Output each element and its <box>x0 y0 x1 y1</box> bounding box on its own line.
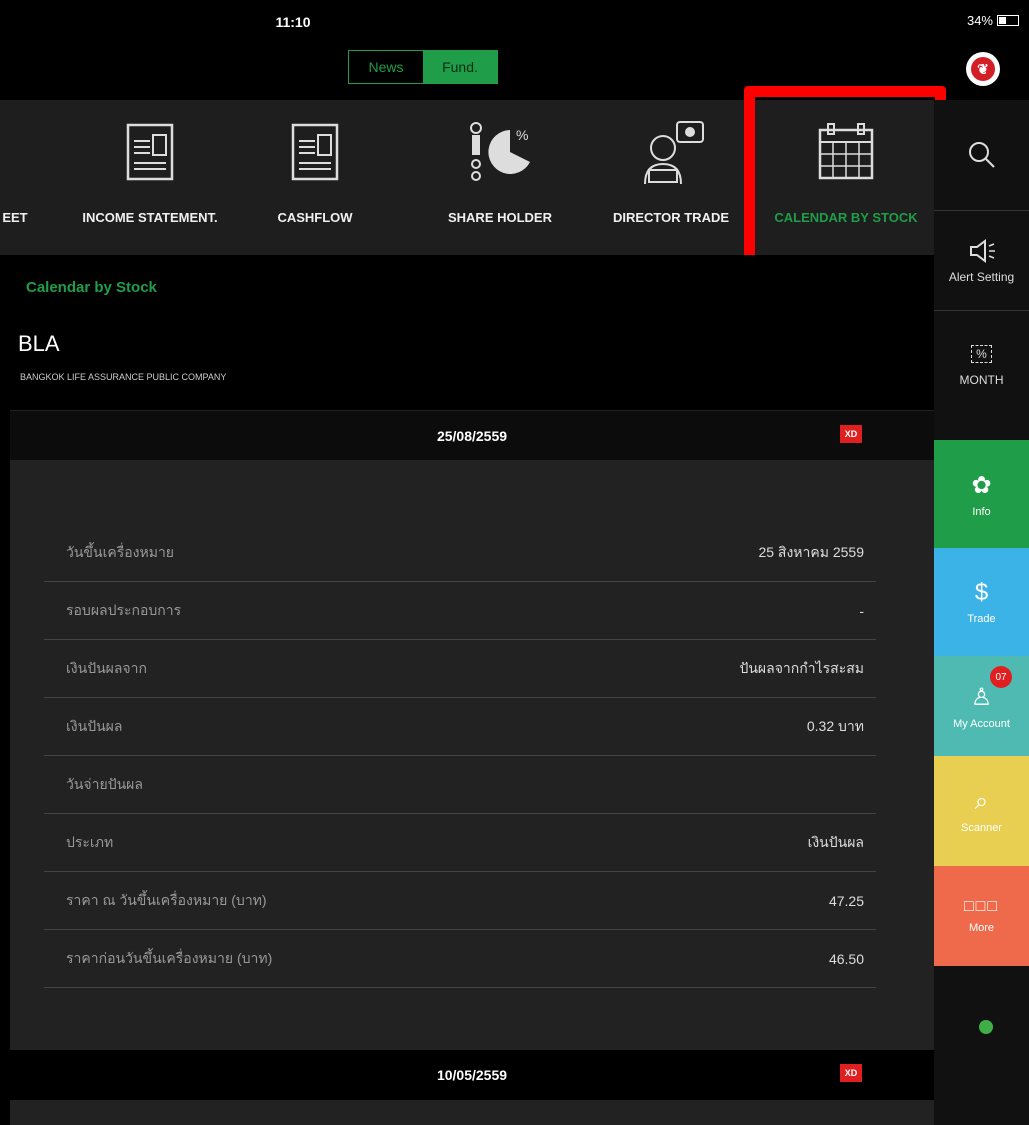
event-detail-panel-partial <box>10 1100 934 1125</box>
battery-percent: 34% <box>966 13 993 28</box>
alert-setting-button[interactable]: Alert Setting <box>934 210 1029 310</box>
detail-value: 46.50 <box>828 950 864 967</box>
detail-row: เงินปันผล 0.32 บาท <box>44 698 876 756</box>
toggle-news[interactable]: News <box>349 51 423 83</box>
director-icon <box>631 118 711 186</box>
tab-director-trade[interactable]: DIRECTOR TRADE <box>596 100 746 255</box>
tab-label: CASHFLOW <box>277 210 353 225</box>
main-content: Calendar by Stock BLA BANGKOK LIFE ASSUR… <box>0 255 934 1125</box>
event-detail-panel: วันขึ้นเครื่องหมาย 25 สิงหาคม 2559 รอบผล… <box>10 460 934 1050</box>
more-label: More <box>968 922 995 934</box>
user-icon: ♙ <box>970 683 993 711</box>
tab-balance-sheet[interactable]: EET <box>0 100 40 255</box>
detail-row: ราคาก่อนวันขึ้นเครื่องหมาย (บาท) 46.50 <box>44 930 876 988</box>
sidebar-item-info[interactable]: ✿ Info <box>934 440 1029 548</box>
battery-icon <box>997 15 1019 26</box>
pie-chart-icon: % <box>460 118 540 186</box>
detail-value: 25 สิงหาคม 2559 <box>758 543 864 560</box>
detail-value: เงินปันผล <box>807 833 864 850</box>
tab-income-statement[interactable]: INCOME STATEMENT. <box>60 100 240 255</box>
highlight-annotation <box>744 86 946 272</box>
svg-text:%: % <box>516 127 528 143</box>
notification-badge: 07 <box>990 666 1012 688</box>
detail-value: 47.25 <box>828 892 864 909</box>
search-icon <box>968 142 995 168</box>
sidebar-item-scanner[interactable]: ⌕ Scanner <box>934 756 1029 866</box>
app-logo[interactable]: ❦ <box>966 52 1000 86</box>
trade-label: Trade <box>967 613 996 625</box>
leaf-logo-icon: ❦ <box>971 57 995 81</box>
detail-row: ประเภท เงินปันผล <box>44 814 876 872</box>
tab-label: DIRECTOR TRADE <box>612 210 730 225</box>
detail-key: เงินปันผล <box>66 717 123 734</box>
status-time: 11:10 <box>275 14 311 30</box>
percent-box-icon: % <box>971 344 992 363</box>
speaker-icon <box>969 238 995 263</box>
page-title: Calendar by Stock <box>26 279 157 296</box>
detail-key: วันจ่ายปันผล <box>66 775 143 792</box>
magnifier-icon: ⌕ <box>974 788 989 815</box>
detail-row: รอบผลประกอบการ - <box>44 582 876 640</box>
detail-key: รอบผลประกอบการ <box>66 601 182 618</box>
alert-setting-label: Alert Setting <box>948 269 1015 284</box>
detail-key: ราคา ณ วันขึ้นเครื่องหมาย (บาท) <box>66 891 267 908</box>
search-button[interactable] <box>934 100 1029 210</box>
battery-indicator: 34% <box>967 13 1019 28</box>
sidebar-item-more[interactable]: □□□ More <box>934 866 1029 966</box>
month-button[interactable]: % MONTH <box>934 310 1029 420</box>
detail-row: เงินปันผลจาก ปันผลจากกำไรสะสม <box>44 640 876 698</box>
tab-label: SHARE HOLDER <box>447 210 552 225</box>
left-edge <box>0 255 10 1125</box>
status-bar: 11:10 34% <box>0 0 1029 40</box>
more-dots-icon: □□□ <box>964 898 999 915</box>
toggle-fund[interactable]: Fund. <box>423 51 497 83</box>
event-date: 10/05/2559 <box>436 1067 508 1083</box>
stock-symbol: BLA <box>18 331 60 356</box>
sidebar-item-my-account[interactable]: ♙ 07 My Account <box>934 656 1029 756</box>
leaf-icon: ✿ <box>971 471 992 499</box>
detail-row: ราคา ณ วันขึ้นเครื่องหมาย (บาท) 47.25 <box>44 872 876 930</box>
tab-share-holder[interactable]: % SHARE HOLDER <box>420 100 580 255</box>
detail-key: วันขึ้นเครื่องหมาย <box>66 543 175 560</box>
calendar-date-header[interactable]: 10/05/2559 XD <box>10 1050 934 1100</box>
account-label: My Account <box>953 717 1010 730</box>
month-label: MONTH <box>959 372 1004 387</box>
detail-key: เงินปันผลจาก <box>66 659 147 676</box>
tab-label: EET <box>2 210 28 225</box>
tab-label: INCOME STATEMENT. <box>82 210 218 225</box>
connection-status-dot <box>979 1020 993 1034</box>
xd-badge: XD <box>840 425 862 443</box>
detail-key: ประเภท <box>66 833 114 850</box>
xd-badge: XD <box>840 1064 862 1082</box>
detail-key: ราคาก่อนวันขึ้นเครื่องหมาย (บาท) <box>66 949 273 966</box>
scanner-label: Scanner <box>961 822 1002 834</box>
income-statement-icon <box>110 118 190 186</box>
event-date: 25/08/2559 <box>436 427 508 444</box>
news-fund-toggle: News Fund. <box>348 50 498 84</box>
company-name: BANGKOK LIFE ASSURANCE PUBLIC COMPANY <box>20 372 227 382</box>
dollar-icon: $ <box>974 579 989 606</box>
detail-value: - <box>859 602 864 619</box>
right-sidebar: Alert Setting % MONTH ✿ Info $ Trade ♙ 0… <box>934 100 1029 1125</box>
detail-value: ปันผลจากกำไรสะสม <box>739 659 864 676</box>
cashflow-icon <box>275 118 355 186</box>
detail-row: วันขึ้นเครื่องหมาย 25 สิงหาคม 2559 <box>44 524 876 582</box>
tab-cashflow[interactable]: CASHFLOW <box>250 100 380 255</box>
calendar-date-header[interactable]: 25/08/2559 XD <box>10 410 934 460</box>
sidebar-item-trade[interactable]: $ Trade <box>934 548 1029 656</box>
detail-row: วันจ่ายปันผล <box>44 756 876 814</box>
detail-value: 0.32 บาท <box>806 717 864 734</box>
info-label: Info <box>972 505 991 518</box>
